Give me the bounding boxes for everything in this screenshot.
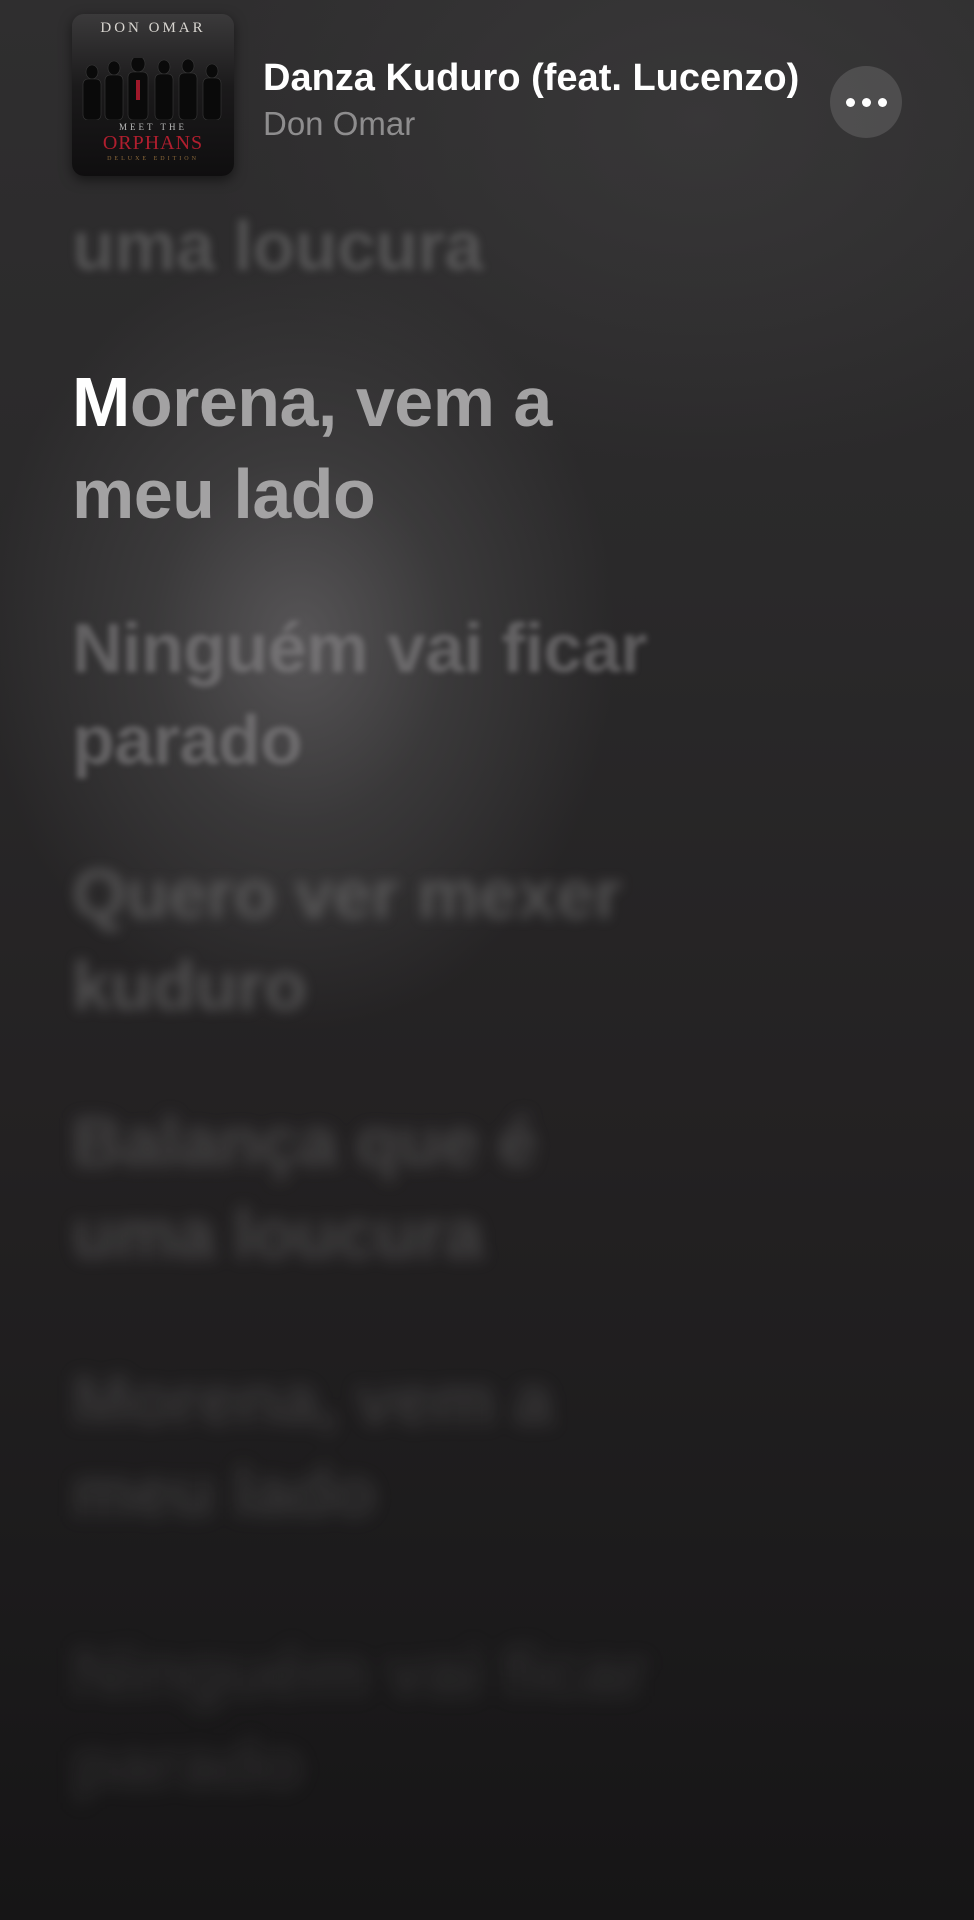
more-options-button[interactable]	[830, 66, 902, 138]
artwork-artist-text: DON OMAR	[100, 20, 206, 36]
artwork-figures	[82, 58, 222, 120]
lyric-line-previous[interactable]: uma loucura	[72, 200, 692, 282]
artist-name[interactable]: Don Omar	[263, 105, 415, 143]
lyric-line[interactable]: Ninguém vai ficar parado	[72, 1626, 692, 1810]
album-artwork[interactable]: DON OMAR MEET THE ORPHANS DELUXE EDITION	[72, 14, 234, 176]
lyric-line[interactable]: Morena, vem a meu lado	[72, 1354, 692, 1538]
artwork-title-text: ORPHANS	[102, 132, 204, 154]
lyric-unsung-portion: orena, vem a meu lado	[72, 363, 552, 533]
lyric-line[interactable]: Ninguém vai ficar parado	[72, 602, 692, 786]
lyric-line[interactable]: Quero ver mexer kuduro	[72, 848, 692, 1032]
lyric-text: uma loucura	[72, 207, 483, 282]
now-playing-header: DON OMAR MEET THE ORPHANS DELUXE EDITION…	[0, 0, 974, 190]
artwork-edition-text: DELUXE EDITION	[107, 156, 199, 162]
song-title[interactable]: Danza Kuduro (feat. Lucenzo)	[263, 57, 799, 100]
lyric-sung-portion: M	[72, 363, 130, 441]
lyric-line[interactable]: Balança que é uma loucura	[72, 1096, 692, 1280]
artwork-subtitle-text: MEET THE	[119, 122, 187, 132]
ellipsis-icon	[845, 97, 887, 107]
lyric-line-active[interactable]: Morena, vem a meu lado	[72, 356, 692, 540]
